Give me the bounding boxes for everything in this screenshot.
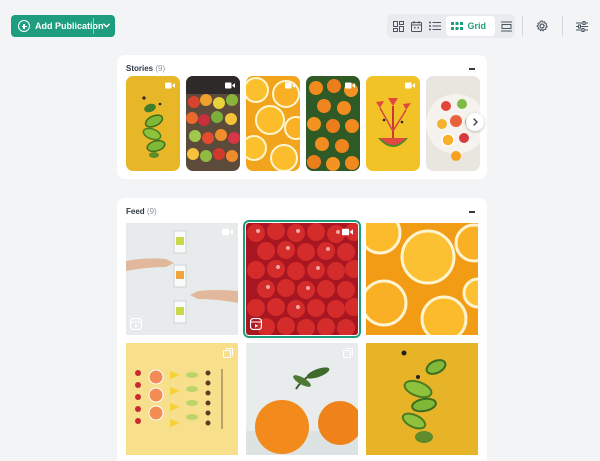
list-view-icon[interactable] — [426, 16, 444, 36]
filter-sliders-icon[interactable] — [572, 16, 592, 36]
story-item[interactable] — [126, 76, 180, 171]
feed-header: Feed (9) — [126, 207, 157, 216]
feed-post[interactable] — [366, 343, 478, 455]
video-camera-icon — [225, 82, 235, 89]
video-camera-icon — [405, 82, 415, 89]
grid-icon — [451, 21, 464, 30]
stories-header: Stories (9) — [126, 64, 165, 73]
video-camera-icon — [165, 82, 175, 89]
feed-post[interactable] — [366, 223, 478, 335]
tab-grid[interactable]: Grid — [446, 16, 496, 36]
toolbar-divider — [562, 16, 563, 36]
toolbar-divider — [522, 16, 523, 36]
feed-post[interactable] — [246, 343, 358, 455]
reel-icon — [130, 318, 142, 330]
feed-count: (9) — [146, 207, 157, 216]
dashboard-view-icon[interactable] — [390, 16, 408, 36]
collapse-icon[interactable] — [469, 211, 475, 213]
video-camera-icon — [285, 82, 295, 89]
story-item[interactable] — [186, 76, 240, 171]
plus-circle-icon — [18, 20, 30, 32]
video-camera-icon — [345, 82, 355, 89]
feed-post[interactable] — [126, 343, 238, 455]
carousel-icon — [223, 348, 233, 358]
video-camera-icon — [222, 228, 233, 236]
stories-title: Stories — [126, 64, 154, 73]
story-item[interactable] — [306, 76, 360, 171]
stories-section: Stories (9) — [117, 55, 487, 179]
chevron-right-icon — [472, 118, 478, 126]
reel-icon — [250, 318, 262, 330]
chevron-down-icon[interactable] — [101, 20, 112, 31]
grid-tab-label: Grid — [467, 21, 486, 31]
video-camera-icon — [342, 228, 353, 236]
feed-section: Feed (9) — [117, 198, 487, 461]
compact-view-icon[interactable] — [497, 16, 515, 36]
carousel-icon — [343, 348, 353, 358]
story-item[interactable] — [246, 76, 300, 171]
story-item[interactable] — [366, 76, 420, 171]
add-publication-button[interactable]: Add Publication — [11, 15, 115, 37]
button-divider — [93, 18, 94, 34]
gear-icon[interactable] — [532, 16, 552, 36]
view-switcher: Grid — [387, 14, 515, 38]
stories-next-button[interactable] — [466, 113, 484, 131]
feed-title: Feed — [126, 207, 145, 216]
calendar-icon[interactable] — [408, 16, 426, 36]
stories-count: (9) — [155, 64, 166, 73]
feed-post[interactable] — [126, 223, 238, 335]
collapse-icon[interactable] — [469, 68, 475, 70]
feed-post[interactable] — [243, 220, 361, 338]
